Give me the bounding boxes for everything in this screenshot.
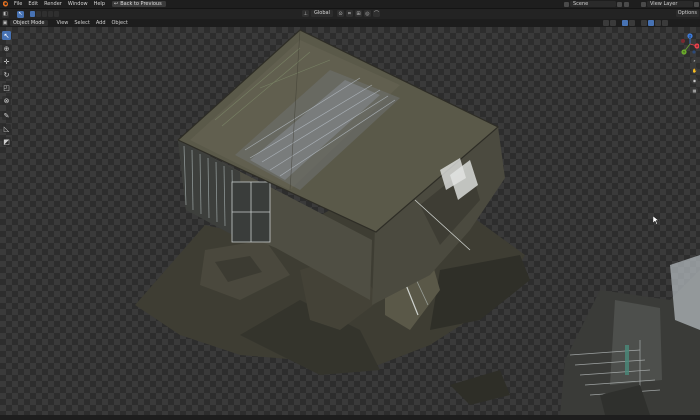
scene-field[interactable]: Scene xyxy=(570,1,616,7)
back-to-previous-label: Back to Previous xyxy=(120,1,162,7)
scene-remove-icon[interactable] xyxy=(624,1,629,7)
mode-subtract-icon[interactable] xyxy=(42,11,47,17)
select-box-icon[interactable]: ↖ xyxy=(2,31,11,40)
top-menu-bar: File Edit Render Window Help ↩ Back to P… xyxy=(0,0,700,9)
rendered-shading-icon[interactable] xyxy=(662,20,668,26)
mode-extend-icon[interactable] xyxy=(36,11,41,17)
tool-header: ◧ ↖ ⊥ Global ⊙ ⌗ ⊞ ◎ ⌒ Options xyxy=(0,9,700,19)
view-layer-selector[interactable]: View Layer xyxy=(640,1,700,7)
object-mode-dropdown[interactable]: Object Mode xyxy=(10,20,48,26)
back-to-previous-button[interactable]: ↩ Back to Previous xyxy=(112,1,166,7)
solid-shading-icon[interactable] xyxy=(648,20,654,26)
snap-target-icon[interactable]: ⊞ xyxy=(354,10,362,17)
xray-icon[interactable] xyxy=(629,20,635,26)
svg-text:Y: Y xyxy=(683,50,685,54)
status-bar xyxy=(0,415,700,420)
scene-icon xyxy=(564,1,569,7)
viewport-editor-type-icon[interactable]: ▣ xyxy=(2,20,8,26)
move-icon[interactable]: ✛ xyxy=(2,57,11,66)
scene-selector[interactable]: Scene xyxy=(563,1,630,7)
wireframe-shading-icon[interactable] xyxy=(641,20,647,26)
viewport-header: ▣ Object Mode View Select Add Object xyxy=(0,19,700,27)
menu-object[interactable]: Object xyxy=(109,19,131,27)
add-cube-icon[interactable]: ◩ xyxy=(2,137,11,146)
mode-new-icon[interactable] xyxy=(30,11,35,17)
transform-icon[interactable]: ⊗ xyxy=(2,96,11,105)
view-layer-field[interactable]: View Layer xyxy=(647,1,693,7)
proportional-falloff-icon[interactable]: ⌒ xyxy=(372,10,380,17)
transform-settings: ⊥ Global ⊙ ⌗ ⊞ ◎ ⌒ xyxy=(300,10,380,17)
gizmo-neg-x-axis[interactable] xyxy=(681,39,685,43)
navigation-gizmo[interactable]: Z X Y xyxy=(679,32,699,56)
selection-mode-group xyxy=(30,11,60,17)
left-toolbar: ↖ ⊕ ✛ ↻ ◰ ⊗ ✎ ◺ ◩ xyxy=(2,31,12,150)
editor-type-icon[interactable]: ◧ xyxy=(2,10,9,18)
proportional-edit-icon[interactable]: ◎ xyxy=(363,10,371,17)
menu-add[interactable]: Add xyxy=(93,19,109,27)
scene-copy-icon[interactable] xyxy=(617,1,622,7)
material-shading-icon[interactable] xyxy=(655,20,661,26)
pan-hand-icon[interactable]: ✋ xyxy=(691,67,698,74)
blender-logo-icon[interactable] xyxy=(2,1,8,7)
viewport-shading-group xyxy=(603,20,669,26)
menu-edit[interactable]: Edit xyxy=(25,0,41,8)
menu-window[interactable]: Window xyxy=(65,0,91,8)
mode-invert-icon[interactable] xyxy=(48,11,53,17)
viewport-nav-buttons: ⌕ ✋ ◉ ▦ xyxy=(691,57,698,97)
view-layer-icon xyxy=(641,1,646,7)
view-layer-copy-icon[interactable] xyxy=(694,1,699,7)
gizmo-neg-z-axis[interactable] xyxy=(692,50,696,54)
orientation-icon: ⊥ xyxy=(302,10,309,17)
pivot-point-icon[interactable]: ⊙ xyxy=(336,10,344,17)
measure-icon[interactable]: ◺ xyxy=(2,124,11,133)
menu-view[interactable]: View xyxy=(54,19,72,27)
back-arrow-icon: ↩ xyxy=(114,1,119,7)
mode-intersect-icon[interactable] xyxy=(54,11,59,17)
svg-text:Z: Z xyxy=(689,34,691,38)
menu-file[interactable]: File xyxy=(11,0,25,8)
gizmo-toggle-icon[interactable] xyxy=(610,20,616,26)
snap-icon[interactable]: ⌗ xyxy=(345,10,353,17)
menu-help[interactable]: Help xyxy=(91,0,108,8)
camera-view-icon[interactable]: ◉ xyxy=(691,77,698,84)
visibility-icon[interactable] xyxy=(603,20,609,26)
3d-viewport[interactable] xyxy=(0,27,700,415)
cursor-icon[interactable]: ⊕ xyxy=(2,44,11,53)
select-tool-icon[interactable]: ↖ xyxy=(17,10,24,18)
zoom-icon[interactable]: ⌕ xyxy=(691,57,698,64)
svg-text:X: X xyxy=(696,44,698,48)
menu-render[interactable]: Render xyxy=(41,0,65,8)
scale-icon[interactable]: ◰ xyxy=(2,83,11,92)
annotate-icon[interactable]: ✎ xyxy=(2,111,11,120)
options-dropdown[interactable]: Options xyxy=(675,10,699,17)
rotate-icon[interactable]: ↻ xyxy=(2,70,11,79)
menu-select[interactable]: Select xyxy=(71,19,92,27)
building-mesh-model xyxy=(135,29,700,415)
perspective-toggle-icon[interactable]: ▦ xyxy=(691,87,698,94)
mouse-cursor-icon xyxy=(653,216,659,225)
overlays-icon[interactable] xyxy=(622,20,628,26)
transform-orientation-dropdown[interactable]: Global xyxy=(311,10,333,17)
